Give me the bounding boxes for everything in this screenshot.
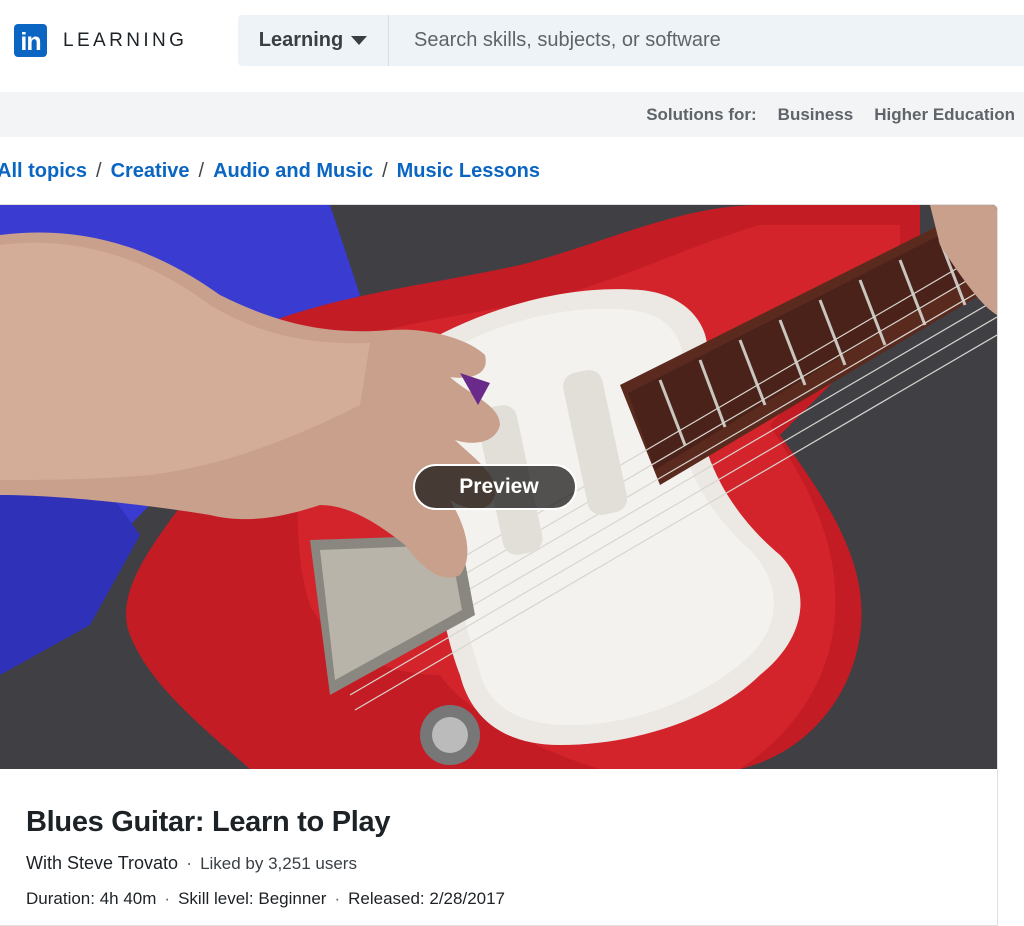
breadcrumb-creative[interactable]: Creative xyxy=(111,160,190,182)
instructor-name[interactable]: With Steve Trovato xyxy=(26,853,178,873)
linkedin-learning-logo[interactable]: in LEARNING xyxy=(14,24,187,57)
breadcrumb-separator: / xyxy=(96,160,102,182)
course-title: Blues Guitar: Learn to Play xyxy=(26,806,391,838)
search-bar: Learning xyxy=(238,14,1024,67)
search-scope-label: Learning xyxy=(258,29,344,51)
separator-dot: · xyxy=(164,889,171,908)
skill-level: Skill level: Beginner xyxy=(178,889,327,908)
breadcrumb-audio-and-music[interactable]: Audio and Music xyxy=(213,160,373,182)
course-video-thumbnail[interactable]: Preview xyxy=(0,205,997,769)
likes-count: Liked by 3,251 users xyxy=(200,854,357,873)
preview-label: Preview xyxy=(459,475,539,498)
search-input[interactable] xyxy=(389,14,1024,67)
course-details: Duration: 4h 40m · Skill level: Beginner · R… xyxy=(26,889,505,909)
release-date: Released: 2/28/2017 xyxy=(348,889,506,908)
linkedin-logo-icon: in xyxy=(14,24,47,57)
separator-dot: · xyxy=(186,853,193,873)
solutions-label: Solutions for: xyxy=(646,104,757,124)
course-card: Preview Blues Guitar: Learn to Play With… xyxy=(0,204,998,926)
breadcrumb: All topics / Creative / Audio and Music / Musi… xyxy=(0,160,540,183)
solutions-bar: Solutions for: Business Higher Education xyxy=(0,92,1024,137)
course-duration: Duration: 4h 40m xyxy=(26,889,157,908)
top-navigation: in LEARNING Learning xyxy=(0,0,1024,82)
solutions-higher-education-link[interactable]: Higher Education xyxy=(874,105,1015,124)
breadcrumb-music-lessons[interactable]: Music Lessons xyxy=(397,160,540,182)
preview-button[interactable]: Preview xyxy=(413,464,577,510)
breadcrumb-separator: / xyxy=(198,160,205,182)
caret-down-icon xyxy=(351,36,368,45)
logo-text: LEARNING xyxy=(63,29,188,51)
solutions-business-link[interactable]: Business xyxy=(778,105,854,124)
breadcrumb-separator: / xyxy=(382,160,388,182)
breadcrumb-all-topics[interactable]: All topics xyxy=(0,160,87,182)
separator-dot: · xyxy=(334,889,341,908)
course-byline: With Steve Trovato · Liked by 3,251 users xyxy=(26,853,357,874)
search-scope-dropdown[interactable]: Learning xyxy=(238,15,389,66)
